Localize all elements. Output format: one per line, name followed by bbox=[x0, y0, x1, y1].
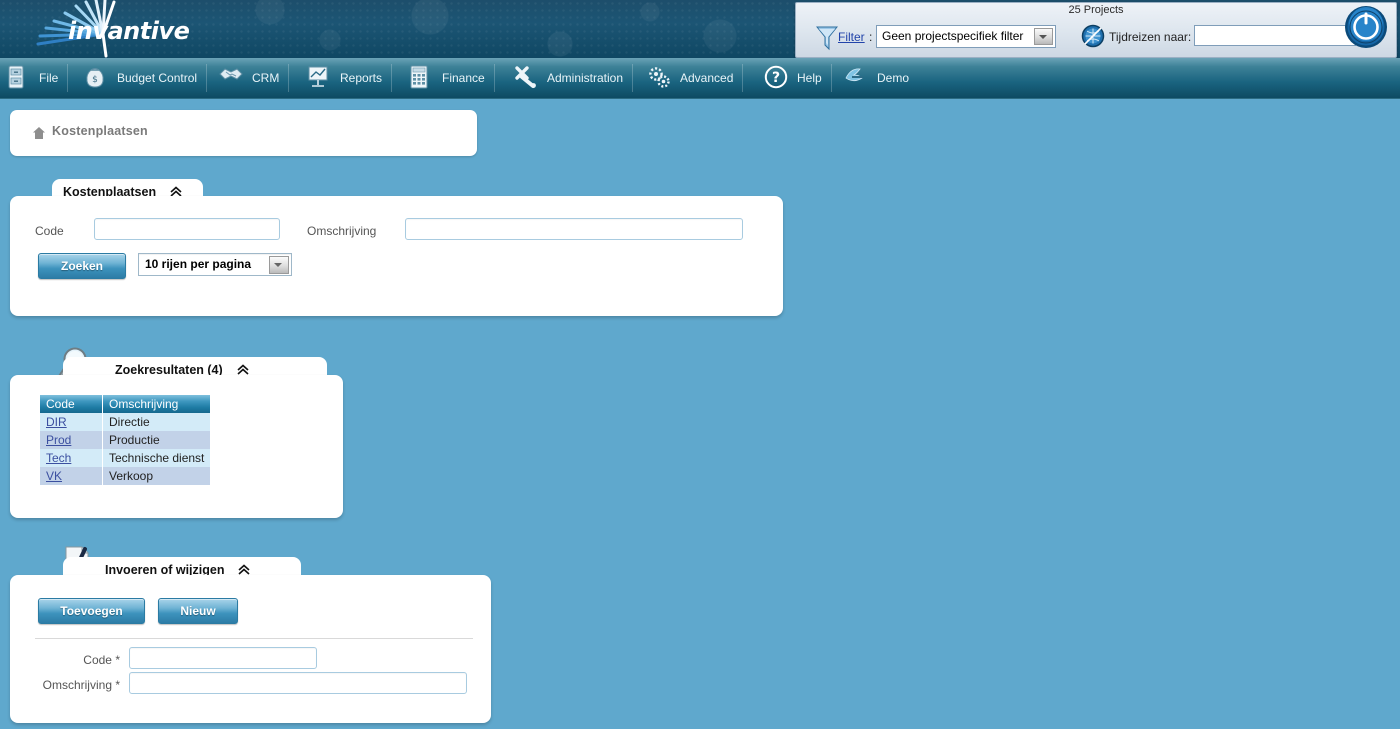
question-icon: ? bbox=[764, 65, 788, 91]
menu-item-reports[interactable]: Reports bbox=[301, 58, 393, 98]
chevron-down-icon[interactable] bbox=[1034, 28, 1053, 45]
nieuw-button-label: Nieuw bbox=[180, 604, 216, 618]
menu-label-crm: CRM bbox=[252, 71, 280, 85]
home-icon bbox=[33, 127, 45, 139]
main-menu-bar: File $ Budget Control CRM Reports Financ… bbox=[0, 58, 1400, 99]
search-code-input[interactable] bbox=[95, 219, 279, 239]
projects-count-title: 25 Projects bbox=[1068, 4, 1124, 16]
column-header-omschrijving[interactable]: Omschrijving bbox=[102, 395, 211, 413]
edit-omschrijving-label: Omschrijving * bbox=[42, 678, 120, 692]
edit-code-input[interactable] bbox=[130, 648, 316, 668]
divider bbox=[35, 638, 473, 639]
menu-item-demo[interactable]: Demo bbox=[838, 58, 919, 98]
menu-label-administration: Administration bbox=[547, 71, 624, 85]
breadcrumb-text: Kostenplaatsen bbox=[52, 124, 148, 138]
menu-label-help: Help bbox=[797, 71, 822, 85]
menu-label-finance: Finance bbox=[442, 71, 485, 85]
menu-label-file: File bbox=[39, 71, 59, 85]
timetravel-label: Tijdreizen naar: bbox=[1109, 30, 1192, 44]
breadcrumb[interactable]: Kostenplaatsen bbox=[10, 110, 477, 156]
rows-per-page-value: 10 rijen per pagina bbox=[145, 257, 252, 271]
menu-item-administration[interactable]: Administration bbox=[508, 58, 634, 98]
presentation-icon bbox=[307, 65, 331, 91]
column-header-code[interactable]: Code bbox=[40, 395, 103, 413]
nieuw-button[interactable]: Nieuw bbox=[158, 598, 238, 624]
search-code-input-wrap[interactable] bbox=[94, 218, 280, 240]
search-panel-body: Code Omschrijving Zoeken 10 rijen per pa… bbox=[10, 196, 783, 316]
table-row[interactable]: VK Verkoop bbox=[40, 467, 211, 485]
edit-omschrijving-input-wrap[interactable] bbox=[129, 672, 467, 694]
search-button-label: Zoeken bbox=[60, 259, 103, 273]
toevoegen-button[interactable]: Toevoegen bbox=[38, 598, 145, 624]
edit-panel-body: Toevoegen Nieuw Code * Omschrijving * bbox=[10, 575, 491, 723]
money-bag-icon: $ bbox=[84, 65, 108, 91]
project-filter-value: Geen projectspecifiek filter bbox=[882, 29, 1024, 43]
globe-clock-icon[interactable] bbox=[1081, 23, 1105, 49]
edit-code-label: Code * bbox=[83, 653, 120, 667]
menu-label-advanced: Advanced bbox=[680, 71, 734, 85]
row-code-link[interactable]: Prod bbox=[46, 433, 71, 447]
handshake-icon bbox=[219, 65, 243, 91]
project-filter-panel: 25 Projects Filter : Geen projectspecifi… bbox=[795, 2, 1397, 58]
row-code-link[interactable]: Tech bbox=[46, 451, 71, 465]
results-table: Code Omschrijving DIR Directie Prod Prod… bbox=[40, 395, 211, 485]
table-header-row: Code Omschrijving bbox=[40, 395, 211, 413]
menu-label-reports: Reports bbox=[340, 71, 383, 85]
timetravel-input[interactable] bbox=[1198, 27, 1356, 46]
svg-text:?: ? bbox=[772, 70, 780, 86]
menu-item-file[interactable]: File bbox=[0, 58, 69, 98]
svg-text:$: $ bbox=[92, 75, 98, 85]
app-logo: invantive bbox=[20, 0, 280, 58]
menu-label-budget-control: Budget Control bbox=[117, 71, 198, 85]
funnel-icon bbox=[816, 26, 838, 51]
row-omschrijving: Directie bbox=[102, 413, 211, 431]
dolphin-icon bbox=[844, 65, 868, 91]
rows-per-page-select[interactable]: 10 rijen per pagina bbox=[138, 253, 292, 276]
menu-item-finance[interactable]: Finance bbox=[403, 58, 495, 98]
calculator-icon bbox=[409, 65, 433, 91]
search-omschrijving-label: Omschrijving bbox=[307, 224, 377, 238]
row-code-link[interactable]: VK bbox=[46, 469, 62, 483]
row-code-link[interactable]: DIR bbox=[46, 415, 67, 429]
chevron-down-icon[interactable] bbox=[269, 256, 289, 274]
table-row[interactable]: Prod Productie bbox=[40, 431, 211, 449]
gears-icon bbox=[647, 65, 671, 91]
filter-colon: : bbox=[869, 30, 873, 44]
menu-item-budget-control[interactable]: $ Budget Control bbox=[78, 58, 208, 98]
tools-icon bbox=[514, 65, 538, 91]
timetravel-input-wrap[interactable] bbox=[1194, 25, 1356, 46]
table-row[interactable]: DIR Directie bbox=[40, 413, 211, 431]
row-omschrijving: Verkoop bbox=[102, 467, 211, 485]
menu-label-demo: Demo bbox=[877, 71, 910, 85]
edit-code-input-wrap[interactable] bbox=[129, 647, 317, 669]
search-button[interactable]: Zoeken bbox=[38, 253, 126, 279]
menu-item-help[interactable]: ? Help bbox=[758, 58, 832, 98]
row-omschrijving: Productie bbox=[102, 431, 211, 449]
project-filter-select[interactable]: Geen projectspecifiek filter bbox=[876, 25, 1056, 48]
menu-item-crm[interactable]: CRM bbox=[213, 58, 290, 98]
results-panel-body: Code Omschrijving DIR Directie Prod Prod… bbox=[10, 375, 343, 518]
edit-omschrijving-input[interactable] bbox=[130, 673, 466, 693]
search-omschrijving-input-wrap[interactable] bbox=[405, 218, 743, 240]
file-cabinet-icon bbox=[6, 65, 30, 91]
table-row[interactable]: Tech Technische dienst bbox=[40, 449, 211, 467]
power-icon[interactable] bbox=[1343, 4, 1389, 50]
filter-link[interactable]: Filter bbox=[838, 30, 865, 44]
toevoegen-button-label: Toevoegen bbox=[60, 604, 123, 618]
search-code-label: Code bbox=[35, 224, 64, 238]
logo-wordmark: invantive bbox=[68, 17, 190, 45]
row-omschrijving: Technische dienst bbox=[102, 449, 211, 467]
menu-item-advanced[interactable]: Advanced bbox=[641, 58, 744, 98]
search-omschrijving-input[interactable] bbox=[406, 219, 742, 239]
